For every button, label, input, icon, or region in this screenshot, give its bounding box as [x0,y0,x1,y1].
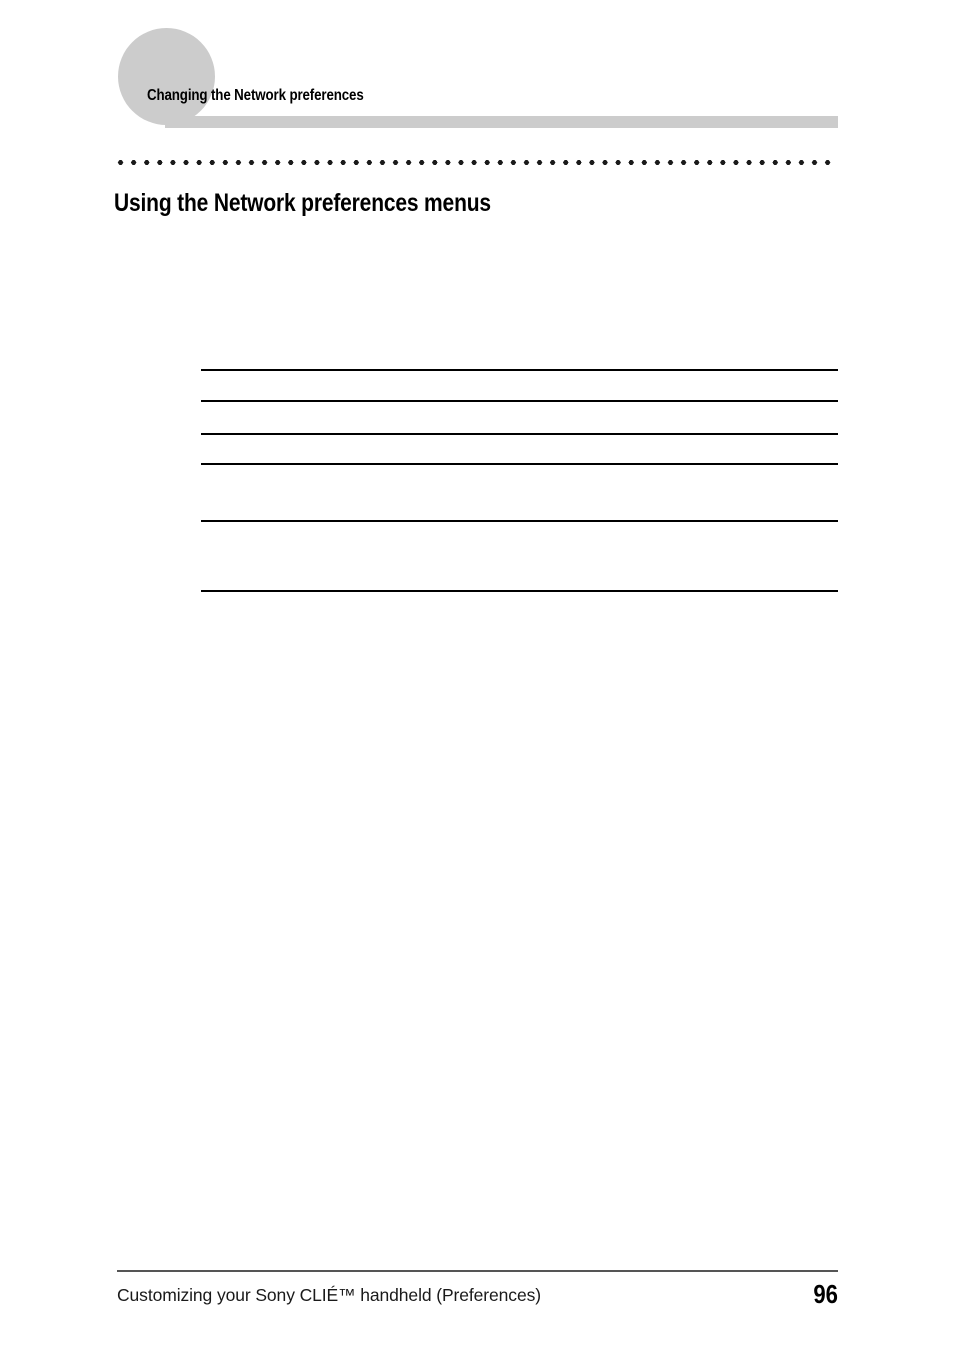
table-rule [201,463,838,465]
footer-title: Customizing your Sony CLIÉ™ handheld (Pr… [117,1285,541,1305]
content-table [201,0,838,1352]
table-rule [201,590,838,592]
footer-rule [117,1270,838,1272]
table-rule [201,433,838,435]
table-rule [201,400,838,402]
table-rule [201,369,838,371]
document-page: Changing the Network preferences Using t… [0,0,954,1352]
table-rule [201,520,838,522]
page-number: 96 [813,1279,838,1309]
